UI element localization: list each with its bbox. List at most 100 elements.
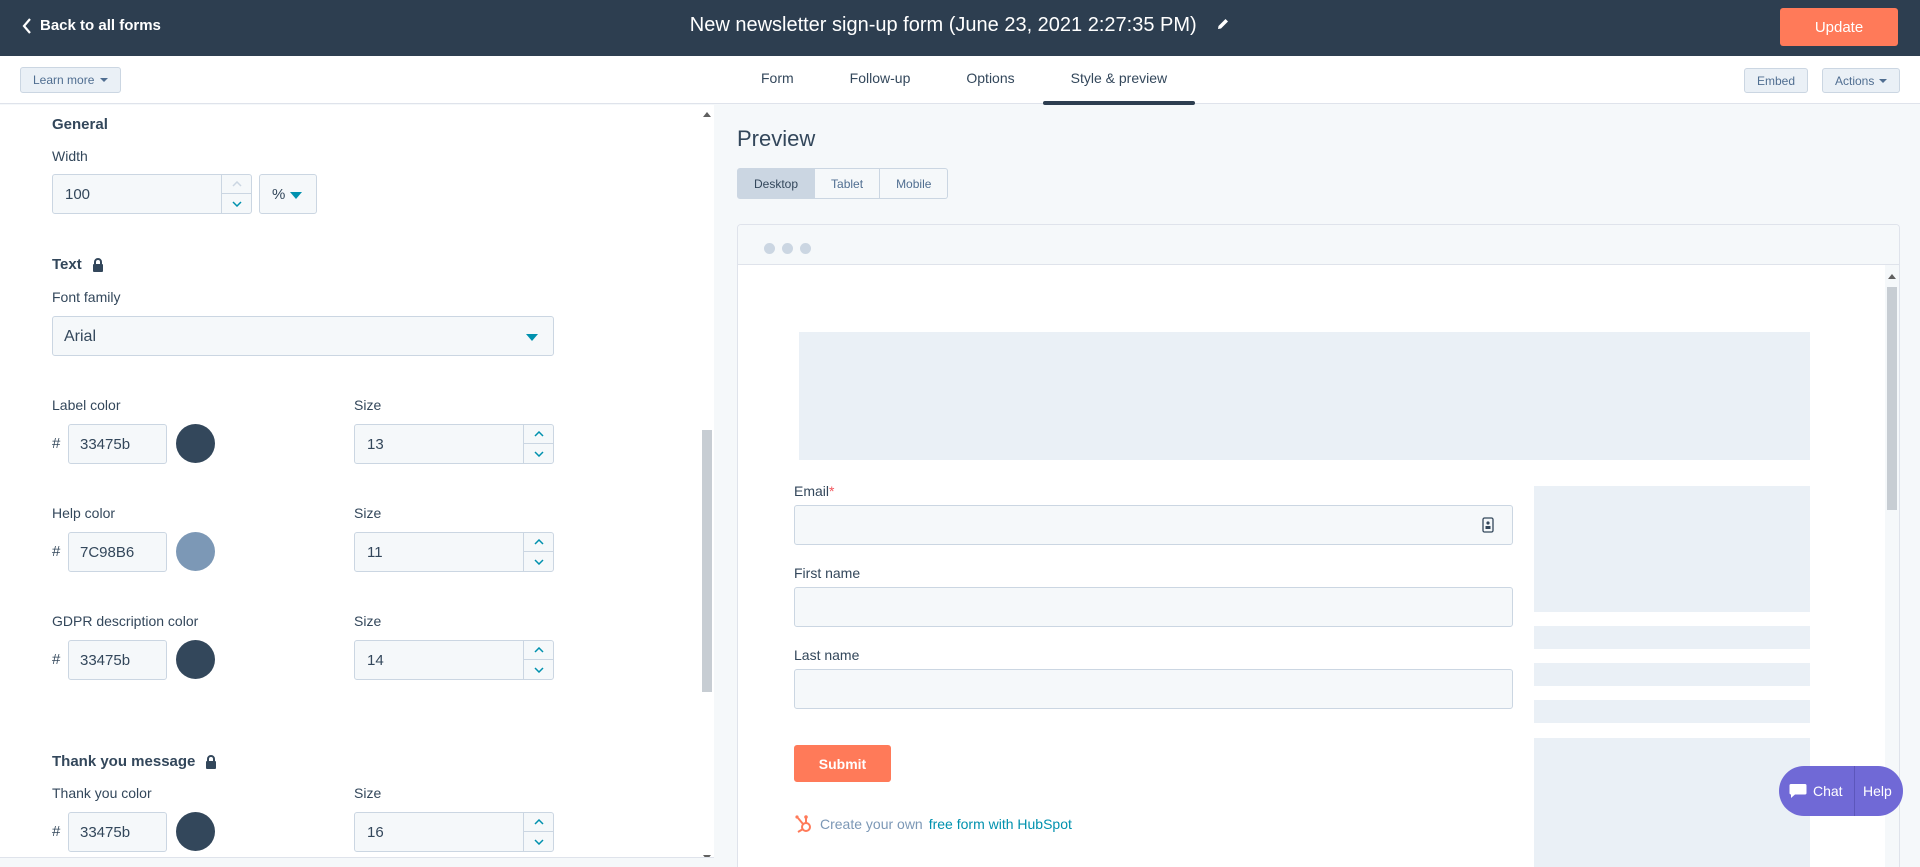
email-label-text: Email bbox=[794, 483, 830, 499]
label-color-input[interactable]: 33475b bbox=[68, 424, 167, 464]
email-field[interactable] bbox=[794, 505, 1513, 545]
hash-symbol: # bbox=[52, 651, 61, 668]
last-name-field[interactable] bbox=[794, 669, 1513, 709]
side-placeholder-line bbox=[1534, 700, 1810, 723]
tab-form[interactable]: Form bbox=[733, 56, 822, 104]
scrollbar-thumb[interactable] bbox=[702, 430, 712, 692]
label-size-input[interactable]: 13 bbox=[354, 424, 554, 464]
preview-heading: Preview bbox=[737, 126, 816, 151]
width-unit-select[interactable]: % bbox=[259, 174, 317, 214]
width-stepper bbox=[221, 175, 251, 213]
hubspot-sprocket-icon bbox=[795, 815, 811, 833]
browser-chrome-bar bbox=[738, 225, 1899, 265]
gdpr-size-input[interactable]: 14 bbox=[354, 640, 554, 680]
required-asterisk: * bbox=[829, 483, 835, 499]
decrement-button[interactable] bbox=[524, 444, 553, 463]
form-title: New newsletter sign-up form (June 23, 20… bbox=[689, 14, 1197, 36]
chevron-up-icon bbox=[533, 539, 544, 545]
increment-button[interactable] bbox=[524, 425, 553, 444]
last-name-label: Last name bbox=[794, 647, 860, 663]
editor-tabs: Form Follow-up Options Style & preview bbox=[733, 56, 1196, 105]
style-panel-scrollbar[interactable] bbox=[700, 105, 714, 867]
tab-follow-up[interactable]: Follow-up bbox=[822, 56, 939, 104]
tab-style-preview[interactable]: Style & preview bbox=[1042, 56, 1196, 105]
help-color-swatch[interactable] bbox=[176, 532, 215, 571]
chevron-up-icon bbox=[533, 819, 544, 825]
lock-icon bbox=[92, 257, 103, 272]
device-toggle: Desktop Tablet Mobile bbox=[737, 168, 949, 199]
label-size-stepper bbox=[523, 425, 553, 463]
scroll-up-arrow-icon[interactable] bbox=[1888, 274, 1896, 279]
thank-you-size-label: Size bbox=[354, 785, 382, 801]
embed-button[interactable]: Embed bbox=[1744, 68, 1809, 93]
help-color-value: 7C98B6 bbox=[80, 544, 135, 561]
decrement-button[interactable] bbox=[524, 552, 553, 571]
hubspot-branding: Create your own free form with HubSpot bbox=[794, 814, 1072, 834]
scrollbar-thumb[interactable] bbox=[1887, 287, 1897, 510]
increment-button[interactable] bbox=[524, 641, 553, 660]
chevron-down-icon bbox=[533, 838, 544, 845]
hash-symbol: # bbox=[52, 543, 61, 560]
caret-down-icon bbox=[526, 334, 538, 341]
pencil-icon[interactable] bbox=[1216, 14, 1230, 37]
gdpr-color-label: GDPR description color bbox=[52, 613, 199, 629]
thank-you-size-input[interactable]: 16 bbox=[354, 812, 554, 852]
help-label: Help bbox=[1863, 783, 1892, 799]
thank-you-size-stepper bbox=[523, 813, 553, 851]
free-form-link[interactable]: free form with HubSpot bbox=[929, 816, 1072, 832]
actions-dropdown[interactable]: Actions bbox=[1822, 68, 1901, 93]
chat-label: Chat bbox=[1813, 783, 1843, 799]
branding-text: Create your own bbox=[820, 816, 923, 832]
help-color-input[interactable]: 7C98B6 bbox=[68, 532, 167, 572]
decrement-button[interactable] bbox=[222, 194, 251, 213]
first-name-field[interactable] bbox=[794, 587, 1513, 627]
side-placeholder-line bbox=[1534, 663, 1810, 686]
preview-browser-frame: Email* First name Last name Submit Creat… bbox=[737, 224, 1900, 867]
help-size-stepper bbox=[523, 533, 553, 571]
increment-button[interactable] bbox=[524, 533, 553, 552]
help-size-input[interactable]: 11 bbox=[354, 532, 554, 572]
help-color-label: Help color bbox=[52, 505, 116, 521]
increment-button[interactable] bbox=[524, 813, 553, 832]
gdpr-color-value: 33475b bbox=[80, 652, 131, 669]
thank-you-color-input[interactable]: 33475b bbox=[68, 812, 167, 852]
thank-you-size-value: 16 bbox=[367, 824, 384, 841]
side-placeholder-line bbox=[1534, 626, 1810, 649]
tab-options[interactable]: Options bbox=[938, 56, 1042, 104]
caret-down-icon bbox=[100, 78, 109, 82]
thank-you-color-value: 33475b bbox=[80, 824, 131, 841]
device-tablet-button[interactable]: Tablet bbox=[815, 168, 881, 199]
update-button[interactable]: Update bbox=[1780, 8, 1898, 46]
gdpr-color-input[interactable]: 33475b bbox=[68, 640, 167, 680]
side-placeholder-block bbox=[1534, 486, 1810, 612]
learn-more-dropdown[interactable]: Learn more bbox=[20, 67, 122, 93]
width-input[interactable]: 100 bbox=[52, 174, 252, 214]
submit-button[interactable]: Submit bbox=[794, 745, 891, 782]
style-settings-panel: General Width 100 % Text Font family Ari… bbox=[0, 105, 703, 867]
help-button[interactable]: Help bbox=[1855, 783, 1892, 799]
contact-card-icon bbox=[1482, 517, 1494, 533]
font-family-select[interactable]: Arial bbox=[52, 316, 554, 356]
chevron-up-icon bbox=[231, 181, 242, 187]
chevron-down-icon bbox=[533, 450, 544, 457]
device-desktop-button[interactable]: Desktop bbox=[737, 168, 816, 199]
label-color-swatch[interactable] bbox=[176, 424, 215, 463]
device-mobile-button[interactable]: Mobile bbox=[880, 168, 949, 199]
actions-label: Actions bbox=[1835, 73, 1875, 88]
increment-button[interactable] bbox=[222, 175, 251, 194]
side-placeholder-block bbox=[1534, 738, 1810, 867]
caret-down-icon bbox=[1879, 78, 1888, 83]
browser-dot-icon bbox=[764, 243, 775, 254]
thank-you-color-swatch[interactable] bbox=[176, 812, 215, 851]
hash-symbol: # bbox=[52, 823, 61, 840]
scroll-up-arrow-icon[interactable] bbox=[703, 112, 711, 117]
help-size-label: Size bbox=[354, 505, 382, 521]
text-heading-text: Text bbox=[52, 256, 82, 273]
panel-bottom-edge bbox=[0, 857, 714, 867]
hash-symbol: # bbox=[52, 435, 61, 452]
decrement-button[interactable] bbox=[524, 660, 553, 679]
decrement-button[interactable] bbox=[524, 832, 553, 851]
caret-down-icon bbox=[290, 192, 302, 199]
chat-button[interactable]: Chat bbox=[1779, 766, 1855, 816]
gdpr-color-swatch[interactable] bbox=[176, 640, 215, 679]
